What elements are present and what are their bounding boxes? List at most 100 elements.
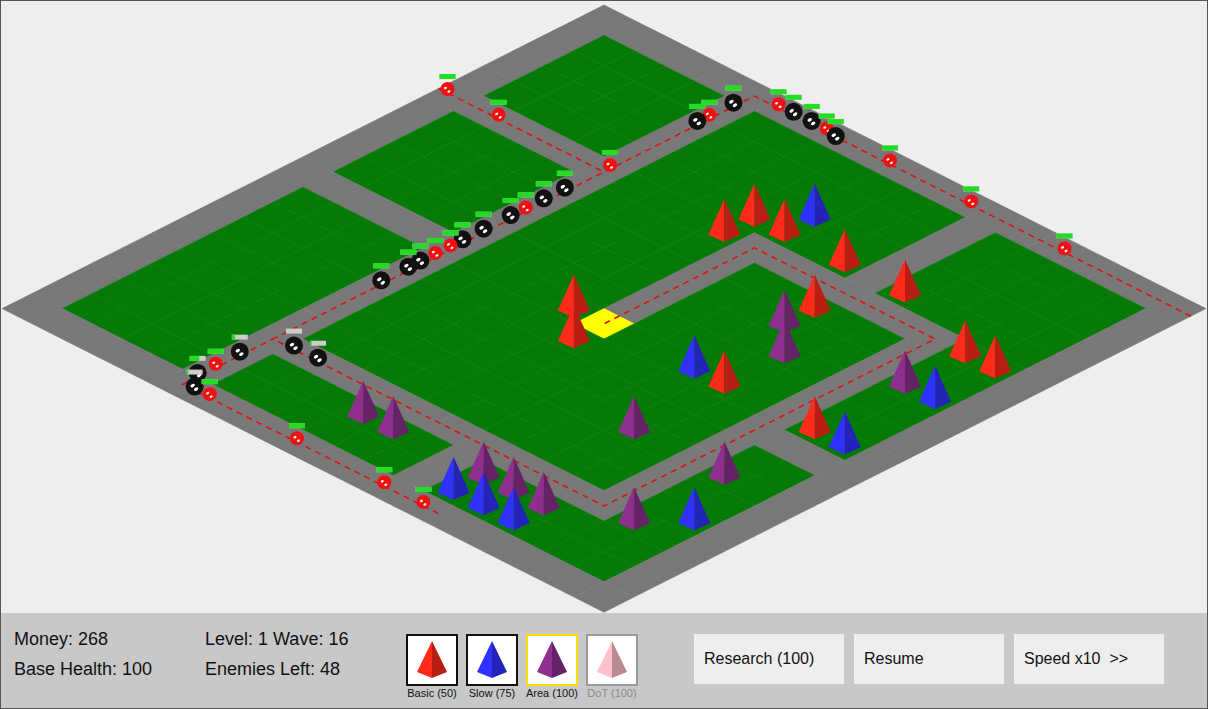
slow-tower [498, 487, 530, 530]
tower-picker: Basic (50) Slow (75) Area (100) DoT (100) [404, 613, 694, 700]
health-bar [602, 150, 618, 155]
tower-option[interactable]: DoT (100) [584, 634, 640, 700]
basic-tower-icon [410, 638, 454, 682]
basic-tower [799, 396, 831, 439]
slow-tower [678, 487, 710, 530]
black-enemy [285, 329, 303, 355]
health-bar [882, 145, 898, 150]
stats-column: Level: 1 Wave: 16Enemies Left: 48 [205, 613, 404, 684]
tower-label: Slow (75) [469, 686, 515, 700]
basic-tower [708, 351, 740, 394]
slow-tower [468, 472, 500, 515]
red-enemy [289, 423, 305, 445]
tile-grid [2, 5, 1206, 612]
game-board[interactable] [1, 1, 1207, 613]
health-bar [202, 379, 218, 384]
board-area [1, 1, 1207, 613]
black-enemy [399, 250, 417, 276]
area-tower [708, 442, 740, 485]
health-bar [819, 114, 835, 119]
tower-label: Area (100) [526, 686, 578, 700]
health-bar [557, 171, 573, 176]
area-tower-icon [530, 638, 574, 682]
tower-swatch[interactable] [466, 634, 518, 686]
health-bar [376, 467, 392, 472]
health-bar [439, 74, 455, 79]
units [186, 74, 1073, 530]
health-bar [286, 329, 302, 334]
tower-swatch[interactable] [586, 634, 638, 686]
stat-text: Enemies Left: 48 [205, 654, 404, 684]
basic-tower [769, 199, 801, 242]
red-enemy [427, 238, 443, 260]
red-enemy [415, 487, 431, 509]
path-tile[interactable] [333, 460, 393, 490]
health-bar [518, 192, 534, 197]
black-enemy [688, 104, 706, 130]
red-enemy [439, 74, 455, 96]
red-enemy [882, 145, 898, 167]
slow-tower [919, 366, 951, 409]
black-enemy [827, 119, 845, 145]
red-enemy [208, 349, 224, 371]
health-bar [476, 212, 492, 217]
slow-tower [829, 411, 861, 454]
black-enemy [372, 263, 390, 289]
black-enemy [556, 171, 574, 197]
basic-tower [708, 199, 740, 242]
basic-tower [829, 229, 861, 272]
health-bar [412, 244, 428, 249]
health-bar [310, 341, 326, 346]
stat-text: Money: 268 [14, 624, 205, 654]
enemy-path [273, 96, 1191, 506]
red-enemy [771, 89, 787, 111]
dot-tower-icon [590, 638, 634, 682]
tower-option[interactable]: Area (100) [524, 634, 580, 700]
enemy-paths [183, 88, 1191, 513]
action-button[interactable]: Research (100) [694, 634, 844, 684]
action-button[interactable]: Speed x10 >> [1014, 634, 1164, 684]
red-enemy [1057, 233, 1073, 255]
action-buttons: Research (100)ResumeSpeed x10 >> [694, 613, 1164, 684]
health-bar [190, 356, 206, 361]
black-enemy [231, 335, 249, 361]
black-enemy [189, 356, 207, 382]
tower-swatch[interactable] [406, 634, 458, 686]
red-enemy [202, 379, 218, 401]
health-bar [828, 119, 844, 124]
basic-tower [739, 184, 771, 227]
tower-option[interactable]: Slow (75) [464, 634, 520, 700]
health-bar [455, 222, 471, 227]
basic-tower [558, 305, 590, 348]
toolbar: Money: 268Base Health: 100Level: 1 Wave:… [1, 613, 1207, 708]
action-button[interactable]: Resume [854, 634, 1004, 684]
health-bar [208, 349, 224, 354]
tower-option[interactable]: Basic (50) [404, 634, 460, 700]
stats-column: Money: 268Base Health: 100 [14, 613, 205, 684]
area-tower [528, 472, 560, 515]
health-bar [442, 230, 458, 235]
red-enemy [963, 186, 979, 208]
health-bar [725, 86, 741, 91]
health-bar [415, 487, 431, 492]
health-bar [804, 104, 820, 109]
tower-swatch[interactable] [526, 634, 578, 686]
game-window: Money: 268Base Health: 100Level: 1 Wave:… [0, 0, 1208, 709]
area-tower [769, 320, 801, 363]
area-tower [889, 351, 921, 394]
basic-tower [799, 275, 831, 318]
area-tower [618, 396, 650, 439]
area-tower [377, 396, 409, 439]
basic-tower [949, 320, 981, 363]
health-bar [689, 104, 705, 109]
enemy-path [183, 339, 439, 514]
path-tile[interactable] [574, 582, 634, 612]
basic-tower [889, 259, 921, 302]
red-enemy [602, 150, 618, 172]
health-bar [232, 335, 248, 340]
slow-tower [678, 335, 710, 378]
black-enemy [309, 341, 327, 367]
red-enemy [518, 192, 534, 214]
basic-tower [979, 335, 1011, 378]
health-bar [400, 250, 416, 255]
